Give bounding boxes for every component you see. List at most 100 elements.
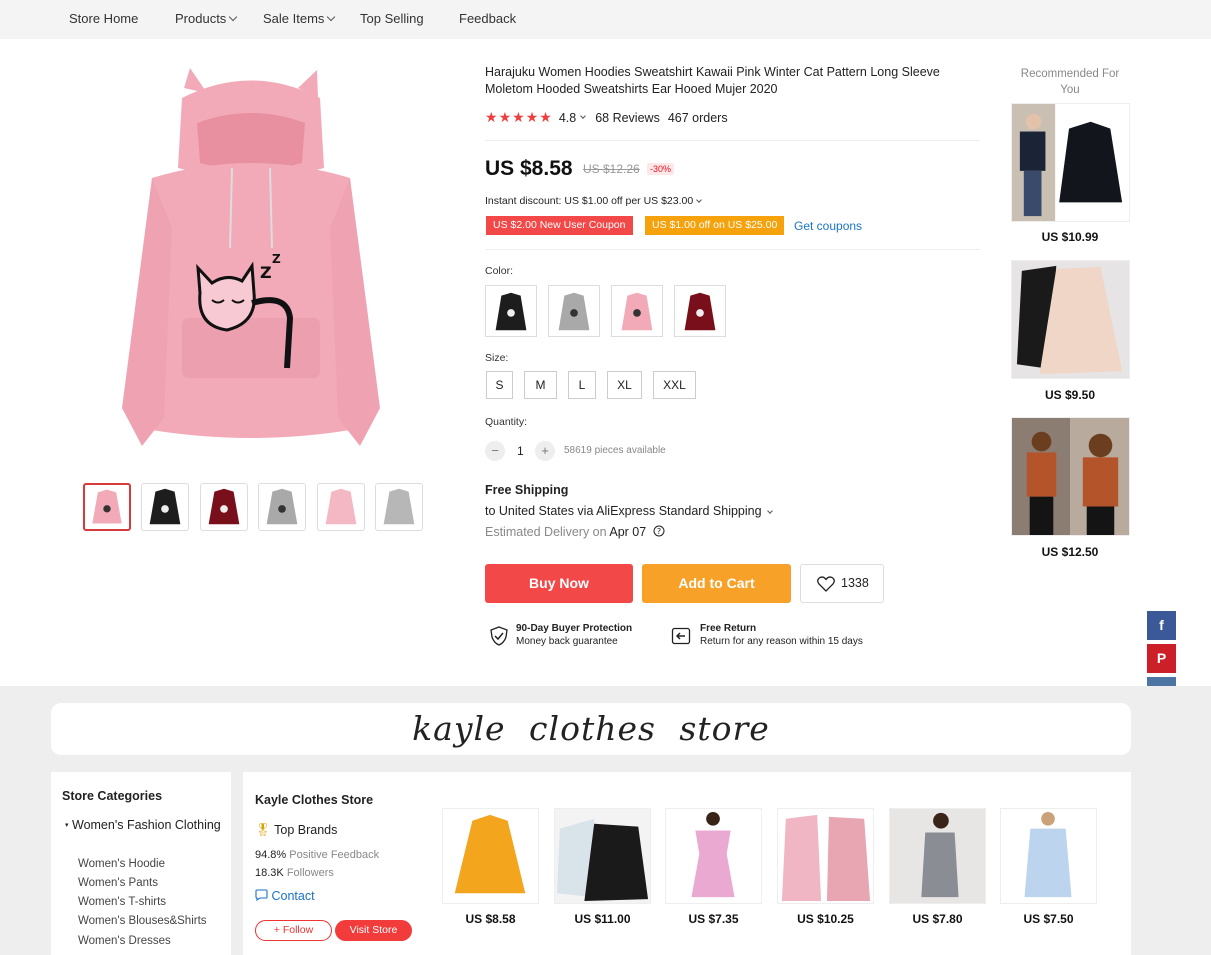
get-coupons-link[interactable]: Get coupons [794, 219, 862, 233]
recommended-item[interactable] [1011, 103, 1130, 222]
quantity-increase-button[interactable]: + [535, 441, 555, 461]
store-product[interactable] [442, 808, 539, 904]
product-title: Harajuku Women Hoodies Sweatshirt Kawaii… [485, 65, 940, 96]
buyer-protection-title: 90-Day Buyer Protection [516, 623, 633, 634]
black-hoodie-thumb-image [149, 488, 181, 525]
category-main-label: Women's Fashion Clothing [72, 818, 221, 832]
store-name[interactable]: Kayle Clothes Store [255, 793, 373, 807]
chat-icon [255, 889, 268, 902]
main-product-image[interactable]: Z Z [112, 68, 390, 463]
size-option-xl[interactable]: XL [607, 371, 642, 399]
thumbnail-burgundy[interactable] [200, 483, 248, 531]
recommended-price: US $10.99 [1041, 230, 1099, 244]
chevron-down-icon [696, 197, 703, 203]
chevron-down-icon [766, 508, 773, 514]
buy-now-button[interactable]: Buy Now [485, 564, 633, 603]
star-icon: ★ [498, 109, 512, 125]
color-option-black[interactable] [485, 285, 537, 337]
star-icon: ★ [539, 109, 552, 125]
tulle-skirt-image [1012, 261, 1129, 378]
nav-top-selling[interactable]: Top Selling [360, 11, 424, 26]
nav-feedback-label: Feedback [459, 11, 517, 26]
store-product-price: US $7.50 [1023, 912, 1074, 926]
store-product[interactable] [554, 808, 651, 904]
shipping-method[interactable]: to United States via AliExpress Standard… [485, 504, 773, 518]
contact-link[interactable]: Contact [255, 889, 315, 903]
nav-products[interactable]: Products [175, 11, 238, 26]
chevron-down-icon [580, 112, 587, 119]
store-banner-text: kayle clothes store [412, 709, 770, 748]
facebook-icon[interactable]: f [1147, 611, 1176, 640]
store-product[interactable] [1000, 808, 1097, 904]
store-banner[interactable]: kayle clothes store [51, 703, 1131, 755]
thumbnail-black[interactable] [141, 483, 189, 531]
recommended-item[interactable] [1011, 260, 1130, 379]
instant-discount[interactable]: Instant discount: US $1.00 off per US $2… [485, 195, 703, 207]
recommended-price: US $12.50 [1041, 545, 1099, 559]
store-product[interactable] [665, 808, 762, 904]
pink-hoodie-thumb-image [92, 489, 122, 524]
quantity-decrease-button[interactable]: − [485, 441, 505, 461]
size-option-s[interactable]: S [486, 371, 513, 399]
free-return-title: Free Return [700, 623, 757, 634]
return-icon [671, 627, 691, 645]
pink-hoodie-image: Z Z [122, 68, 380, 446]
orders-count: 467 orders [667, 110, 728, 125]
nav-sale-items[interactable]: Sale Items [263, 11, 336, 26]
color-option-gray[interactable] [548, 285, 600, 337]
category-item[interactable]: Women's Hoodie [78, 858, 165, 870]
new-user-coupon[interactable]: US $2.00 New User Coupon [486, 216, 633, 235]
category-main[interactable]: ▾ Women's Fashion Clothing [65, 815, 225, 838]
pinterest-icon[interactable]: P [1147, 644, 1176, 673]
reviews-link[interactable]: 68 Reviews [595, 111, 660, 125]
quantity-value[interactable]: 1 [517, 444, 524, 458]
free-return-subtitle: Return for any reason within 15 days [700, 636, 863, 647]
store-product-price: US $8.58 [465, 912, 516, 926]
instant-discount-text: Instant discount: US $1.00 off per US $2… [485, 195, 694, 207]
original-price: US $12.26 [583, 162, 640, 176]
store-categories: Store Categories ▾ Women's Fashion Cloth… [51, 772, 231, 955]
store-product[interactable] [777, 808, 874, 904]
buyer-protection: 90-Day Buyer Protection Money back guaran… [516, 622, 632, 648]
nav-store-home[interactable]: Store Home [69, 11, 138, 26]
nav-sale-items-label: Sale Items [263, 11, 325, 26]
burgundy-hoodie-thumb-image [208, 488, 240, 525]
size-option-l[interactable]: L [568, 371, 596, 399]
help-icon[interactable]: ? [653, 525, 665, 537]
visit-store-button[interactable]: Visit Store [335, 920, 412, 941]
positive-feedback-value: 94.8% [255, 849, 287, 861]
thumbnail-gray-light[interactable] [375, 483, 423, 531]
nav-feedback[interactable]: Feedback [459, 11, 516, 26]
category-item[interactable]: Women's T-shirts [78, 896, 166, 908]
current-price: US $8.58 [485, 157, 573, 180]
store-coupon[interactable]: US $1.00 off on US $25.00 [645, 216, 785, 235]
divider [485, 249, 980, 250]
thumbnail-gray[interactable] [258, 483, 306, 531]
store-product[interactable] [889, 808, 986, 904]
delivery-date: Apr 07 [609, 525, 647, 539]
positive-feedback: 94.8% Positive Feedback [255, 849, 379, 861]
size-option-m[interactable]: M [524, 371, 557, 399]
color-option-burgundy[interactable] [674, 285, 726, 337]
category-item[interactable]: Women's Dresses [78, 935, 171, 947]
recommended-item[interactable] [1011, 417, 1130, 536]
store-nav-bar: Store Home Products Sale Items Top Selli… [0, 0, 1211, 39]
size-option-xxl[interactable]: XXL [653, 371, 696, 399]
color-option-pink[interactable] [611, 285, 663, 337]
category-item[interactable]: Women's Pants [78, 877, 158, 889]
wishlist-button[interactable]: 1338 [800, 564, 884, 603]
buyer-protection-subtitle: Money back guarantee [516, 636, 618, 647]
category-item[interactable]: Women's Blouses&Shirts [78, 915, 207, 927]
followers-value: 18.3K [255, 867, 284, 879]
shipping-title: Free Shipping [485, 483, 569, 497]
star-icon: ★ [512, 109, 525, 125]
rating-value[interactable]: 4.8 [559, 111, 576, 125]
add-to-cart-button[interactable]: Add to Cart [642, 564, 791, 603]
thumbnail-pink-light[interactable] [317, 483, 365, 531]
store-product-price: US $7.80 [912, 912, 963, 926]
caret-down-icon: ▾ [65, 822, 69, 829]
top-brands-label: Top Brands [274, 823, 338, 837]
followers-label: Followers [286, 867, 334, 879]
thumbnail-pink[interactable] [83, 483, 131, 531]
follow-button[interactable]: + Follow [255, 920, 332, 941]
